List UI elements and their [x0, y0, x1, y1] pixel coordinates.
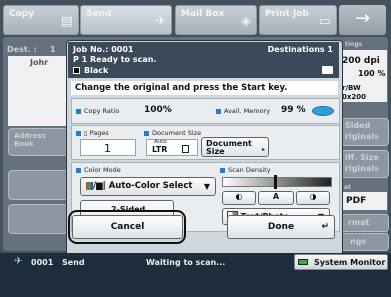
return-arrow-icon: ↵ — [321, 222, 329, 232]
avail-memory-label: Avail. Memory — [216, 107, 270, 115]
half-circle-right-icon: ◑ — [309, 192, 317, 201]
document-size-button-label: Document Size — [206, 139, 252, 156]
dialog-header: Job No.: 0001 Destinations 1 P 1 Ready t… — [68, 42, 339, 78]
sided-label: Sided — [345, 121, 371, 130]
document-size-button[interactable]: Document Size ▸ — [201, 137, 269, 157]
tab-send-label: Send — [86, 9, 112, 19]
status-job-number: 0001 — [31, 258, 54, 267]
size-hint: 0x200 — [342, 93, 366, 101]
originals-label-2: riginals — [345, 164, 379, 173]
avail-memory-value: 99 % — [281, 105, 306, 115]
half-circle-left-icon: ◐ — [235, 192, 243, 201]
background-button-2[interactable] — [8, 204, 68, 234]
cancel-button[interactable]: Cancel — [72, 215, 183, 239]
density-lighter-button[interactable]: ◐ — [222, 191, 256, 205]
tab-mail-box[interactable]: Mail Box ◈ — [175, 5, 257, 35]
color-mode-icon — [86, 181, 93, 190]
settings-btn-label: ngs — [350, 237, 367, 246]
status-state: Waiting to scan... — [146, 258, 226, 267]
cancel-label: Cancel — [110, 222, 145, 232]
chevron-right-icon: ▸ — [261, 146, 265, 153]
system-monitor-button[interactable]: System Monitor — [294, 254, 388, 270]
send-job-icon: ✈ — [14, 256, 23, 267]
color-line: Black — [84, 66, 109, 75]
density-darker-button[interactable]: ◑ — [296, 191, 330, 205]
tab-copy[interactable]: Copy ▤ — [3, 5, 79, 35]
scanner-icon — [322, 66, 333, 74]
tab-send[interactable]: Send ✈ — [80, 5, 172, 35]
resolution-value: 200 dpi — [342, 56, 380, 66]
pages-size-panel: ▯ Pages 1 Document Size Auto LTR Documen… — [71, 125, 340, 160]
zoom-value: 100 % — [358, 69, 386, 78]
settings-label: tings — [345, 41, 363, 48]
format-label: at — [344, 184, 351, 191]
tab-mail-box-label: Mail Box — [181, 9, 225, 19]
scan-dialog: Job No.: 0001 Destinations 1 P 1 Ready t… — [66, 40, 343, 274]
dest-count: 1 — [50, 45, 56, 54]
color-hint: r/BW — [342, 84, 361, 92]
color-mode-label: Color Mode — [76, 166, 121, 174]
density-auto-button[interactable]: A — [258, 191, 294, 205]
format-btn-label: rmat — [348, 218, 370, 227]
destination-name: Johr — [30, 58, 49, 67]
density-slider[interactable] — [222, 177, 332, 187]
portrait-orientation-icon — [182, 145, 189, 153]
tab-print-job-label: Print Job — [265, 9, 309, 19]
monitor-icon — [298, 259, 308, 265]
memory-disk-icon — [312, 106, 334, 116]
pages-label: ▯ Pages — [76, 129, 109, 137]
color-mode-value: Auto-Color Select — [108, 181, 193, 191]
pages-value: 1 — [104, 142, 111, 155]
tab-print-job[interactable]: Print Job ▭ — [259, 5, 337, 35]
copy-ratio-label: Copy Ratio — [76, 107, 119, 115]
document-size-label: Document Size — [144, 129, 201, 137]
printer-icon: ▭ — [318, 14, 331, 29]
color-mode-select[interactable]: /▆| Auto-Color Select ▼ — [80, 177, 216, 196]
diff-size-label: iff. Size — [345, 153, 379, 162]
destinations-count: Destinations 1 — [267, 45, 333, 54]
dest-label: Dest. : — [7, 45, 37, 54]
ratio-memory-panel: Copy Ratio 100% Avail. Memory 99 % — [71, 98, 340, 124]
send-icon: ✈ — [155, 14, 166, 29]
tab-copy-label: Copy — [9, 9, 35, 19]
address-book-label: Address Book — [14, 132, 46, 148]
chevron-down-icon: ▼ — [203, 182, 210, 191]
system-monitor-label: System Monitor — [314, 258, 386, 267]
mailbox-icon: ◈ — [241, 14, 251, 29]
arrow-right-icon: → — [354, 8, 371, 29]
doc-size-value: LTR — [152, 145, 168, 154]
done-label: Done — [267, 222, 295, 232]
ready-status: P 1 Ready to scan. — [73, 55, 157, 64]
scan-density-label: Scan Density — [220, 166, 271, 174]
density-slider-thumb[interactable] — [274, 175, 277, 189]
density-auto-label: A — [272, 192, 280, 201]
job-number: Job No.: 0001 — [73, 45, 134, 54]
copy-ratio-value: 100% — [144, 105, 172, 115]
done-button[interactable]: Done ↵ — [227, 215, 335, 239]
status-job-label: Send — [62, 258, 85, 267]
background-button-1[interactable] — [8, 170, 68, 200]
copy-icon: ▤ — [60, 14, 73, 29]
next-arrow-button[interactable]: → — [339, 5, 386, 35]
originals-label: riginals — [345, 132, 379, 141]
instruction-message: Change the original and press the Start … — [71, 81, 338, 95]
black-color-swatch — [73, 67, 80, 74]
format-value: PDF — [346, 196, 367, 206]
